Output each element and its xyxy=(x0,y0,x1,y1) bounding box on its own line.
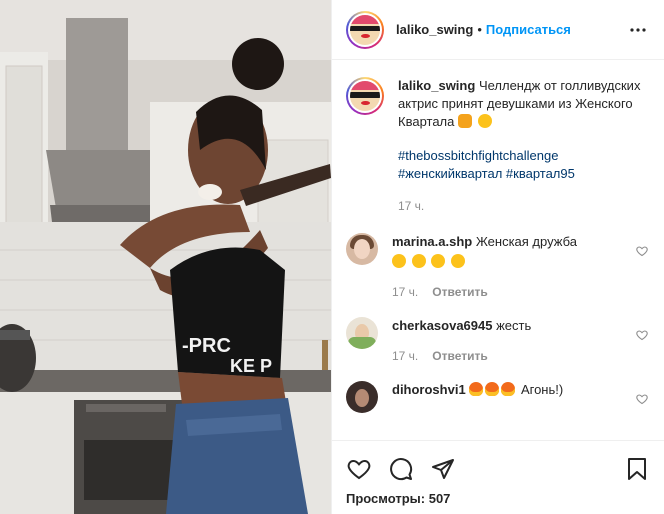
author-avatar[interactable] xyxy=(346,10,384,49)
share-paper-plane-icon[interactable] xyxy=(430,456,456,482)
video-frame: -PRC KE P xyxy=(0,0,331,514)
follow-button[interactable]: Подписаться xyxy=(486,22,571,37)
post-actions: Просмотры: 507 xyxy=(332,440,664,514)
comment-like-heart-icon[interactable] xyxy=(636,393,648,408)
more-horizontal-icon[interactable] xyxy=(626,18,650,42)
comments-list[interactable]: laliko_swing Челлендж от голливудских ак… xyxy=(332,61,664,440)
comment-time[interactable]: 17 ч. xyxy=(392,347,418,365)
comment-item: cherkasova6945 жесть 17 ч. Ответить xyxy=(346,317,650,365)
comment-text: Женская дружба xyxy=(475,234,577,249)
fist-emoji-icon xyxy=(458,114,472,128)
post-side-panel: laliko_swing • Подписаться laliko_swing … xyxy=(331,0,664,514)
commenter-avatar[interactable] xyxy=(346,381,378,413)
comment-text: жесть xyxy=(496,318,532,333)
post-header: laliko_swing • Подписаться xyxy=(332,0,664,60)
svg-text:KE P: KE P xyxy=(230,356,272,376)
caption-avatar[interactable] xyxy=(346,77,384,115)
comment-time[interactable]: 17 ч. xyxy=(392,283,418,301)
hashtag-link[interactable]: #thebossbitchfightchallenge xyxy=(398,148,558,163)
laughing-emoji-icon xyxy=(450,254,465,268)
caption-time[interactable]: 17 ч. xyxy=(398,197,424,215)
save-bookmark-icon[interactable] xyxy=(624,456,650,482)
commenter-avatar[interactable] xyxy=(346,233,378,265)
hashtag-link[interactable]: #квартал95 xyxy=(506,166,575,181)
comment-like-heart-icon[interactable] xyxy=(636,329,648,344)
caption: laliko_swing Челлендж от голливудских ак… xyxy=(346,77,650,215)
reply-button[interactable]: Ответить xyxy=(432,283,487,301)
comment-item: marina.a.shp Женская дружба 17 ч. Ответи… xyxy=(346,233,650,301)
fire-emoji-icon xyxy=(469,382,484,396)
instagram-post: -PRC KE P laliko_swing • Подписаться lal… xyxy=(0,0,664,514)
views-label: Просмотры: xyxy=(346,491,426,506)
laughing-emoji-icon xyxy=(392,254,406,268)
comment-item: dihoroshvi1 Агонь!) xyxy=(346,381,650,413)
comment-username[interactable]: cherkasova6945 xyxy=(392,318,492,333)
comment-like-heart-icon[interactable] xyxy=(636,245,648,260)
laughing-emoji-icon xyxy=(431,254,446,268)
views-count[interactable]: Просмотры: 507 xyxy=(346,491,650,506)
comment-username[interactable]: dihoroshvi1 xyxy=(392,382,466,397)
post-video[interactable]: -PRC KE P xyxy=(0,0,331,514)
like-heart-icon[interactable] xyxy=(346,456,372,482)
reply-button[interactable]: Ответить xyxy=(432,347,487,365)
laughing-emoji-icon xyxy=(477,114,492,128)
header-separator: • xyxy=(477,22,482,37)
fire-emoji-icon xyxy=(485,382,500,396)
author-username[interactable]: laliko_swing xyxy=(396,22,473,37)
fire-emoji-icon xyxy=(501,382,516,396)
comment-bubble-icon[interactable] xyxy=(388,456,414,482)
caption-username[interactable]: laliko_swing xyxy=(398,78,475,93)
commenter-avatar[interactable] xyxy=(346,317,378,349)
comment-username[interactable]: marina.a.shp xyxy=(392,234,472,249)
svg-text:-PRC: -PRC xyxy=(182,335,231,357)
views-number: 507 xyxy=(428,491,451,506)
comment-text: Агонь!) xyxy=(520,382,564,397)
hashtag-link[interactable]: #женскийквартал xyxy=(398,166,502,181)
laughing-emoji-icon xyxy=(411,254,426,268)
